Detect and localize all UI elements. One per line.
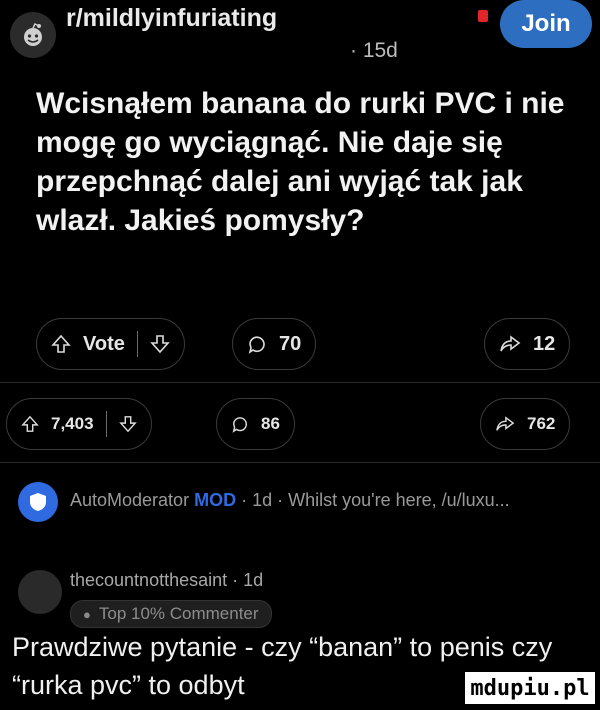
badge-label: Top 10% Commenter bbox=[98, 604, 259, 623]
join-button[interactable]: Join bbox=[500, 0, 592, 48]
comments-button[interactable]: 70 bbox=[232, 318, 317, 370]
comments-count: 70 bbox=[279, 332, 302, 355]
comment-icon bbox=[247, 334, 267, 354]
shares-count: 762 bbox=[527, 414, 556, 433]
divider bbox=[0, 382, 600, 383]
watermark-logo: mdupiu.pl bbox=[465, 672, 595, 704]
trophy-icon: ● bbox=[83, 606, 91, 622]
comment-header: thecountnotthesaint · 1d bbox=[70, 570, 263, 591]
vote-pill-2: 7,403 bbox=[6, 398, 152, 450]
vote-label: Vote bbox=[83, 332, 125, 355]
reddit-alien-icon bbox=[24, 22, 42, 46]
vote-count: 7,403 bbox=[51, 414, 94, 433]
automod-name[interactable]: AutoModerator bbox=[70, 490, 189, 510]
post-title: Wcisnąłem banana do rurki PVC i nie mogę… bbox=[36, 87, 565, 237]
downvote-icon[interactable] bbox=[150, 334, 170, 354]
subreddit-avatar[interactable] bbox=[10, 12, 56, 58]
downvote-icon[interactable] bbox=[118, 415, 137, 433]
shares-count: 12 bbox=[533, 332, 556, 355]
share-button-2[interactable]: 762 bbox=[480, 398, 571, 450]
commenter-badge: ● Top 10% Commenter bbox=[70, 600, 272, 628]
post-meta: · 15d bbox=[70, 38, 398, 64]
share-icon bbox=[499, 334, 521, 354]
notification-dot bbox=[478, 10, 488, 22]
commenter-avatar[interactable] bbox=[18, 570, 62, 614]
share-icon bbox=[495, 415, 515, 433]
vote-divider bbox=[136, 331, 138, 357]
automod-avatar[interactable] bbox=[18, 482, 58, 522]
vote-pill: Vote bbox=[36, 318, 185, 370]
comments-count: 86 bbox=[261, 414, 280, 433]
upvote-icon[interactable] bbox=[51, 334, 71, 354]
comments-button-2[interactable]: 86 bbox=[216, 398, 295, 450]
upvote-icon[interactable] bbox=[21, 415, 39, 433]
automod-comment-header: AutoModerator MOD · 1d · Whilst you're h… bbox=[70, 490, 510, 511]
comment-icon bbox=[231, 415, 249, 433]
post-age: · 15d bbox=[350, 39, 398, 62]
shield-icon bbox=[30, 493, 46, 511]
share-button[interactable]: 12 bbox=[484, 318, 571, 370]
comment-username[interactable]: thecountnotthesaint bbox=[70, 570, 227, 590]
mod-tag: MOD bbox=[194, 490, 237, 510]
censored-username bbox=[70, 38, 340, 64]
vote-divider bbox=[105, 411, 107, 437]
subreddit-name[interactable]: r/mildlyinfuriating bbox=[66, 4, 277, 33]
divider bbox=[0, 462, 600, 463]
automod-meta: · 1d · Whilst you're here, /u/luxu... bbox=[241, 490, 510, 510]
comment-age: · 1d bbox=[232, 570, 264, 590]
